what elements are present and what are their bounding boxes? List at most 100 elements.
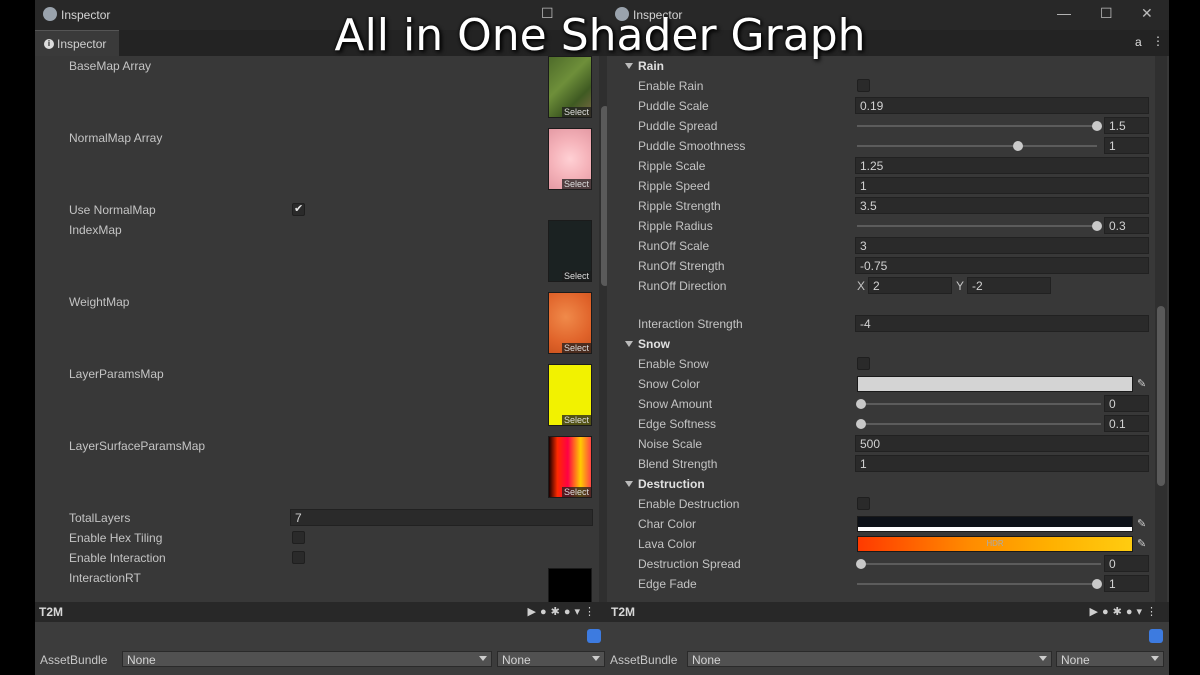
weightmap-label: WeightMap xyxy=(69,295,130,309)
asset-label-icon[interactable] xyxy=(1149,629,1163,643)
destruction-spread-field[interactable]: 0 xyxy=(1104,555,1149,572)
preview-controls-icon[interactable]: ▶●✱●▾⋮ xyxy=(1090,605,1162,618)
indexmap-select-button[interactable]: Select xyxy=(561,271,591,281)
right-inspector-window: Inspector — ☐ ✕ a ⋮ Rain Enable Rain Pud… xyxy=(607,0,1169,675)
snow-amount-field[interactable]: 0 xyxy=(1104,395,1149,412)
edge-softness-label: Edge Softness xyxy=(638,417,717,431)
runoff-direction-row: RunOff Direction X 2 Y -2 xyxy=(607,276,1155,296)
destruction-spread-slider-track[interactable] xyxy=(861,563,1101,565)
layerparamsmap-thumbnail[interactable]: Select xyxy=(548,364,592,426)
runoff-strength-field[interactable]: -0.75 xyxy=(855,257,1149,274)
ripple-radius-field[interactable]: 0.3 xyxy=(1104,217,1149,234)
right-assetbundle-area: AssetBundle None None xyxy=(607,622,1169,675)
edge-fade-slider-track[interactable] xyxy=(857,583,1097,585)
hex-tiling-checkbox[interactable] xyxy=(292,531,305,544)
blend-strength-row: Blend Strength 1 xyxy=(607,454,1155,474)
puddle-spread-slider-track[interactable] xyxy=(857,125,1097,127)
snow-color-swatch[interactable] xyxy=(857,376,1133,392)
right-assetbundle-name-dropdown[interactable]: None xyxy=(687,651,1052,667)
eyedropper-icon[interactable]: ✎ xyxy=(1137,517,1149,530)
layerparamsmap-select-button[interactable]: Select xyxy=(561,415,591,425)
puddle-scale-field[interactable]: 0.19 xyxy=(855,97,1149,114)
eyedropper-icon[interactable]: ✎ xyxy=(1137,377,1149,390)
right-object-name: T2M xyxy=(611,605,635,619)
ripple-radius-row: Ripple Radius 0.3 xyxy=(607,216,1155,236)
indexmap-thumbnail[interactable]: Select xyxy=(548,220,592,282)
layersurfaceparamsmap-select-button[interactable]: Select xyxy=(561,487,591,497)
ripple-radius-slider-thumb[interactable] xyxy=(1092,221,1102,231)
edge-fade-slider-thumb[interactable] xyxy=(1092,579,1102,589)
edge-softness-field[interactable]: 0.1 xyxy=(1104,415,1149,432)
hex-tiling-row: Enable Hex Tiling xyxy=(35,528,593,548)
right-preview-bar: T2M ▶●✱●▾⋮ xyxy=(607,602,1169,622)
ripple-strength-row: Ripple Strength 3.5 xyxy=(607,196,1155,216)
snow-amount-slider-track[interactable] xyxy=(861,403,1101,405)
left-assetbundle-area: AssetBundle None None xyxy=(35,622,607,675)
destruction-spread-label: Destruction Spread xyxy=(638,557,741,571)
runoff-scale-field[interactable]: 3 xyxy=(855,237,1149,254)
runoff-direction-y-field[interactable]: -2 xyxy=(967,277,1051,294)
puddle-spread-slider-thumb[interactable] xyxy=(1092,121,1102,131)
indexmap-label: IndexMap xyxy=(69,223,122,237)
enable-interaction-checkbox[interactable] xyxy=(292,551,305,564)
use-normalmap-row: Use NormalMap xyxy=(35,200,593,220)
lava-color-swatch[interactable]: HDR xyxy=(857,536,1133,552)
snow-section-header[interactable]: Snow xyxy=(607,334,1155,354)
runoff-strength-row: RunOff Strength -0.75 xyxy=(607,256,1155,276)
total-layers-field[interactable]: 7 xyxy=(290,509,593,526)
destruction-spread-slider-thumb[interactable] xyxy=(856,559,866,569)
ripple-speed-field[interactable]: 1 xyxy=(855,177,1149,194)
left-scrollbar[interactable] xyxy=(599,56,607,602)
destruction-section-header[interactable]: Destruction xyxy=(607,474,1155,494)
blend-strength-field[interactable]: 1 xyxy=(855,455,1149,472)
char-color-swatch[interactable] xyxy=(857,516,1133,532)
enable-snow-checkbox[interactable] xyxy=(857,357,870,370)
edge-softness-row: Edge Softness 0.1 xyxy=(607,414,1155,434)
enable-rain-label: Enable Rain xyxy=(638,79,704,93)
preview-controls-icon[interactable]: ▶●✱●▾⋮ xyxy=(528,605,600,618)
right-assetbundle-variant-value: None xyxy=(1061,653,1090,667)
enable-destruction-label: Enable Destruction xyxy=(638,497,740,511)
noise-scale-field[interactable]: 500 xyxy=(855,435,1149,452)
enable-destruction-row: Enable Destruction xyxy=(607,494,1155,514)
snow-amount-slider-thumb[interactable] xyxy=(856,399,866,409)
ripple-scale-field[interactable]: 1.25 xyxy=(855,157,1149,174)
edge-softness-slider-thumb[interactable] xyxy=(856,419,866,429)
left-assetbundle-variant-value: None xyxy=(502,653,531,667)
normalmap-array-thumbnail[interactable]: Select xyxy=(548,128,592,190)
left-assetbundle-variant-dropdown[interactable]: None xyxy=(497,651,605,667)
right-scrollbar[interactable] xyxy=(1155,56,1167,602)
layersurfaceparamsmap-thumbnail[interactable]: Select xyxy=(548,436,592,498)
left-inspector-content: BaseMap Array Select NormalMap Array Sel… xyxy=(35,56,607,602)
noise-scale-row: Noise Scale 500 xyxy=(607,434,1155,454)
normalmap-select-button[interactable]: Select xyxy=(561,179,591,189)
puddle-smoothness-slider-track[interactable] xyxy=(857,145,1097,147)
enable-interaction-label: Enable Interaction xyxy=(69,551,166,565)
enable-destruction-checkbox[interactable] xyxy=(857,497,870,510)
asset-label-icon[interactable] xyxy=(587,629,601,643)
edge-softness-slider-track[interactable] xyxy=(861,423,1101,425)
puddle-smoothness-field[interactable]: 1 xyxy=(1104,137,1149,154)
puddle-spread-field[interactable]: 1.5 xyxy=(1104,117,1149,134)
basemap-select-button[interactable]: Select xyxy=(561,107,591,117)
edge-fade-field[interactable]: 1 xyxy=(1104,575,1149,592)
weightmap-thumbnail[interactable]: Select xyxy=(548,292,592,354)
eyedropper-icon[interactable]: ✎ xyxy=(1137,537,1149,550)
layersurfaceparamsmap-label: LayerSurfaceParamsMap xyxy=(69,439,206,453)
interaction-strength-field[interactable]: -4 xyxy=(855,315,1149,332)
left-assetbundle-name-dropdown[interactable]: None xyxy=(122,651,492,667)
runoff-direction-x-field[interactable]: 2 xyxy=(868,277,952,294)
basemap-array-thumbnail[interactable]: Select xyxy=(548,56,592,118)
ripple-strength-field[interactable]: 3.5 xyxy=(855,197,1149,214)
right-scrollbar-handle[interactable] xyxy=(1157,306,1165,486)
interaction-rt-thumbnail[interactable] xyxy=(548,568,592,602)
right-assetbundle-variant-dropdown[interactable]: None xyxy=(1056,651,1164,667)
ripple-radius-slider-track[interactable] xyxy=(857,225,1097,227)
hdr-label: HDR xyxy=(986,539,1004,548)
weightmap-select-button[interactable]: Select xyxy=(561,343,591,353)
puddle-smoothness-slider-thumb[interactable] xyxy=(1012,141,1023,151)
use-normalmap-checkbox[interactable] xyxy=(292,202,305,216)
enable-rain-checkbox[interactable] xyxy=(857,79,870,92)
chevron-down-icon xyxy=(1151,656,1159,661)
noise-scale-label: Noise Scale xyxy=(638,437,703,451)
